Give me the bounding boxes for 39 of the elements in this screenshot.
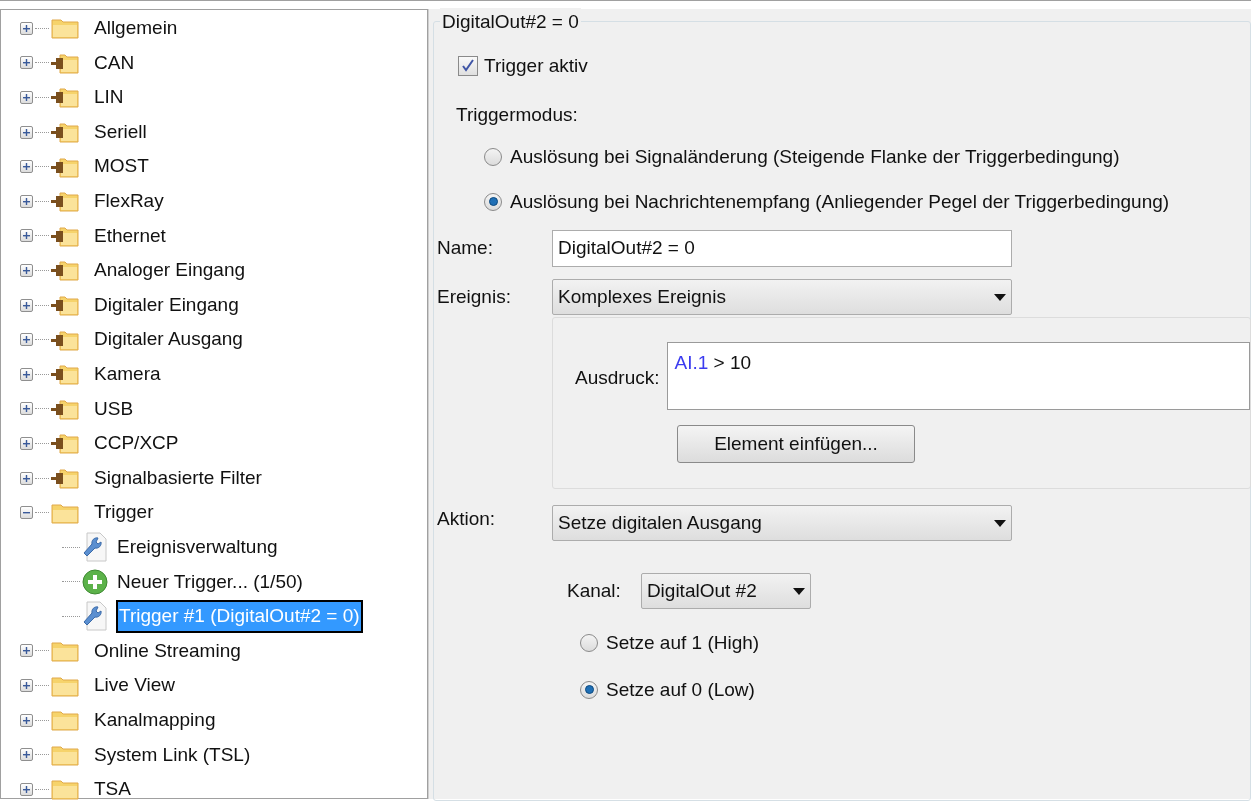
tree-item[interactable]: Trigger (93, 498, 155, 527)
field-label: Aktion: (437, 507, 497, 531)
tree-item[interactable]: CAN (93, 48, 136, 78)
field-label: Ausdruck: (575, 366, 660, 390)
tree-item[interactable]: Digitaler Ausgang (93, 325, 244, 354)
tree-item[interactable]: System Link (TSL) (93, 740, 252, 769)
name-field[interactable]: DigitalOut#2 = 0 (552, 229, 1012, 267)
radio-label: Setze auf 1 (High) (606, 631, 760, 655)
tree-item[interactable]: Ethernet (93, 221, 167, 251)
event-dropdown[interactable]: Komplexes Ereignis (552, 279, 1012, 315)
tree-item[interactable]: Neuer Trigger... (1/50) (116, 567, 304, 597)
tree-item[interactable]: Analoger Eingang (93, 256, 247, 285)
radio-label: Setze auf 0 (Low) (606, 677, 755, 702)
tree-item[interactable]: TSA (93, 775, 132, 802)
tree-item[interactable]: Seriell (93, 117, 148, 147)
tree-item[interactable]: Kanalmapping (93, 705, 217, 735)
radio-label: Auslösung bei Signaländerung (Steigende Flanke der Triggerbedingung) (510, 145, 1120, 169)
checkbox-label: Trigger aktiv (484, 54, 588, 78)
channel-dropdown[interactable]: DigitalOut #2 (640, 573, 811, 609)
tree-item[interactable]: Kamera (93, 360, 162, 389)
tree-item[interactable]: MOST (93, 152, 150, 181)
tree-item[interactable]: Online Streaming (93, 636, 242, 666)
expression-field[interactable]: AI.1 > 10 (667, 342, 1250, 410)
field-label: Name: (437, 235, 494, 260)
tree-item[interactable]: Ereignisverwaltung (116, 532, 279, 562)
mode-label: Triggermodus: (456, 102, 578, 127)
tree-item[interactable]: Allgemein (93, 14, 179, 43)
tree-item[interactable]: USB (93, 394, 135, 424)
tree-item[interactable]: Live View (93, 671, 176, 700)
insert-element-button[interactable]: Element einfügen... (677, 425, 915, 463)
tree-item[interactable]: Digitaler Eingang (93, 290, 240, 320)
field-label: Ereignis: (437, 284, 512, 309)
tree-item[interactable]: LIN (93, 83, 125, 112)
action-dropdown[interactable]: Setze digitalen Ausgang (552, 505, 1012, 541)
radio-label: Auslösung bei Nachrichtenempfang (Anliegender Pegel der Triggerbedingung) (510, 189, 1170, 214)
field-label: Kanal: (567, 578, 621, 603)
tree-item[interactable]: Signalbasierte Filter (93, 463, 263, 493)
tree-item[interactable]: FlexRay (93, 187, 165, 216)
tree-item[interactable]: CCP/XCP (93, 429, 180, 458)
